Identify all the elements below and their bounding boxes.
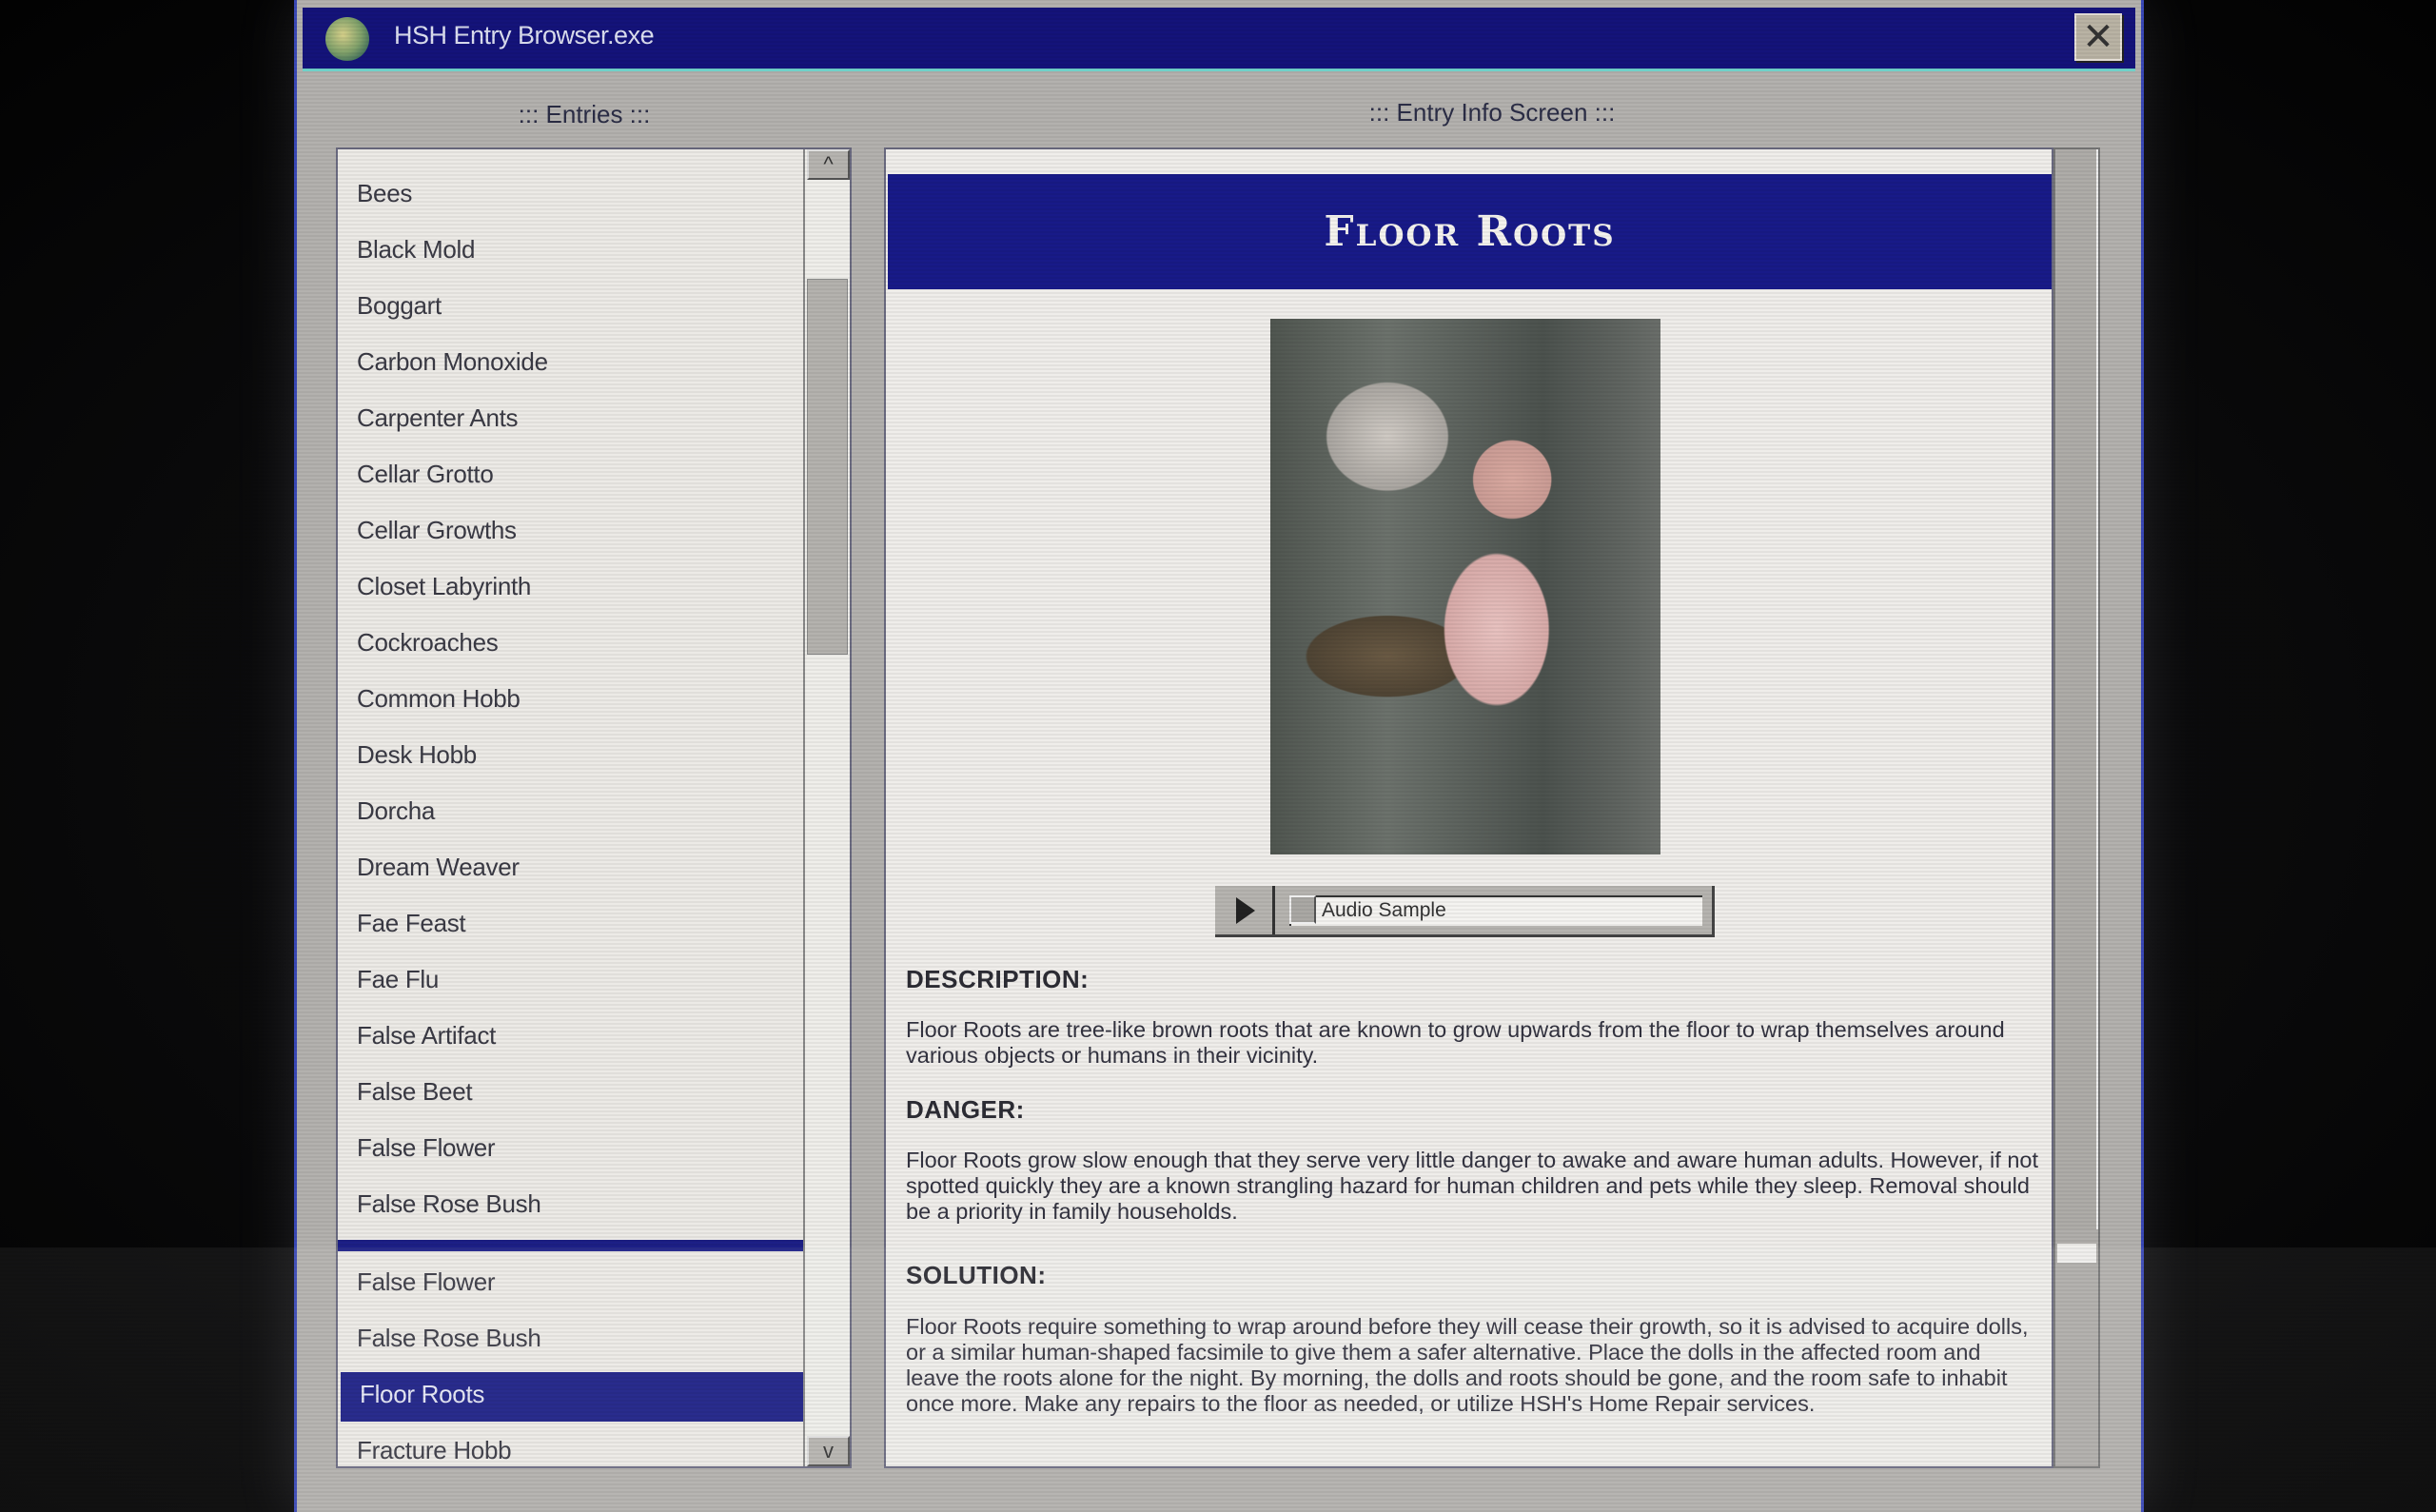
audio-progress-handle[interactable]: [1289, 895, 1316, 924]
audio-track[interactable]: Audio Sample: [1289, 895, 1702, 926]
list-item[interactable]: False Beet: [357, 1077, 473, 1107]
entry-info-panel: Floor Roots Audio Sample DESCRIPTION: Fl…: [884, 147, 2053, 1468]
list-item[interactable]: Closet Labyrinth: [357, 572, 531, 601]
list-item-selected[interactable]: Floor Roots: [360, 1380, 484, 1409]
list-glitch-band: [338, 1240, 809, 1251]
list-item[interactable]: Common Hobb: [357, 684, 521, 714]
play-icon[interactable]: [1215, 886, 1275, 934]
audio-player: Audio Sample: [1215, 886, 1715, 937]
list-item[interactable]: Fracture Hobb: [357, 1436, 512, 1465]
title-bar[interactable]: HSH Entry Browser.exe ✕: [303, 8, 2135, 71]
entry-photo: [1270, 319, 1660, 854]
list-item[interactable]: Fae Feast: [357, 909, 466, 938]
list-item[interactable]: Boggart: [357, 291, 442, 321]
list-item[interactable]: False Rose Bush: [357, 1324, 541, 1353]
info-scrollbar[interactable]: [2053, 147, 2100, 1468]
scroll-up-button[interactable]: ^: [807, 149, 850, 180]
entries-label: ::: Entries :::: [518, 100, 651, 128]
list-item[interactable]: Carpenter Ants: [357, 403, 519, 433]
list-item[interactable]: False Rose Bush: [357, 1189, 541, 1219]
list-item[interactable]: Bees: [357, 179, 412, 208]
list-item[interactable]: Carbon Monoxide: [357, 347, 548, 377]
window-title: HSH Entry Browser.exe: [394, 21, 655, 49]
info-scrollbar-thumb[interactable]: [2057, 149, 2098, 1229]
list-item[interactable]: False Flower: [357, 1133, 496, 1163]
solution-text: Floor Roots require something to wrap ar…: [906, 1314, 2029, 1416]
entries-scrollbar[interactable]: ^ v: [803, 149, 850, 1466]
list-item[interactable]: Cockroaches: [357, 628, 499, 658]
info-scrollbar-track[interactable]: [2057, 1244, 2096, 1263]
app-logo-icon: [325, 17, 369, 61]
list-item[interactable]: Desk Hobb: [357, 740, 477, 770]
close-icon[interactable]: ✕: [2074, 13, 2122, 61]
list-item[interactable]: Dream Weaver: [357, 853, 520, 882]
list-item[interactable]: Dorcha: [357, 796, 435, 826]
description-heading: DESCRIPTION:: [906, 965, 1090, 993]
scrollbar-thumb[interactable]: [807, 279, 848, 655]
entry-title: Floor Roots: [1324, 207, 1616, 256]
entries-list: Bees Black Mold Boggart Carbon Monoxide Carp…: [336, 147, 852, 1468]
list-item[interactable]: Black Mold: [357, 235, 475, 265]
scroll-down-button[interactable]: v: [807, 1436, 850, 1466]
list-item[interactable]: Cellar Growths: [357, 516, 517, 545]
danger-heading: DANGER:: [906, 1095, 1025, 1124]
description-text: Floor Roots are tree-like brown roots th…: [906, 1017, 2005, 1068]
list-item[interactable]: Cellar Grotto: [357, 460, 494, 489]
audio-label: Audio Sample: [1322, 899, 1446, 921]
entry-info-label: ::: Entry Info Screen :::: [1368, 98, 1616, 127]
list-item[interactable]: Fae Flu: [357, 965, 439, 994]
danger-text: Floor Roots grow slow enough that they s…: [906, 1148, 2038, 1224]
solution-heading: SOLUTION:: [906, 1261, 1047, 1289]
entry-title-banner: Floor Roots: [888, 174, 2052, 289]
list-item[interactable]: False Flower: [357, 1267, 496, 1297]
list-item[interactable]: False Artifact: [357, 1021, 496, 1051]
